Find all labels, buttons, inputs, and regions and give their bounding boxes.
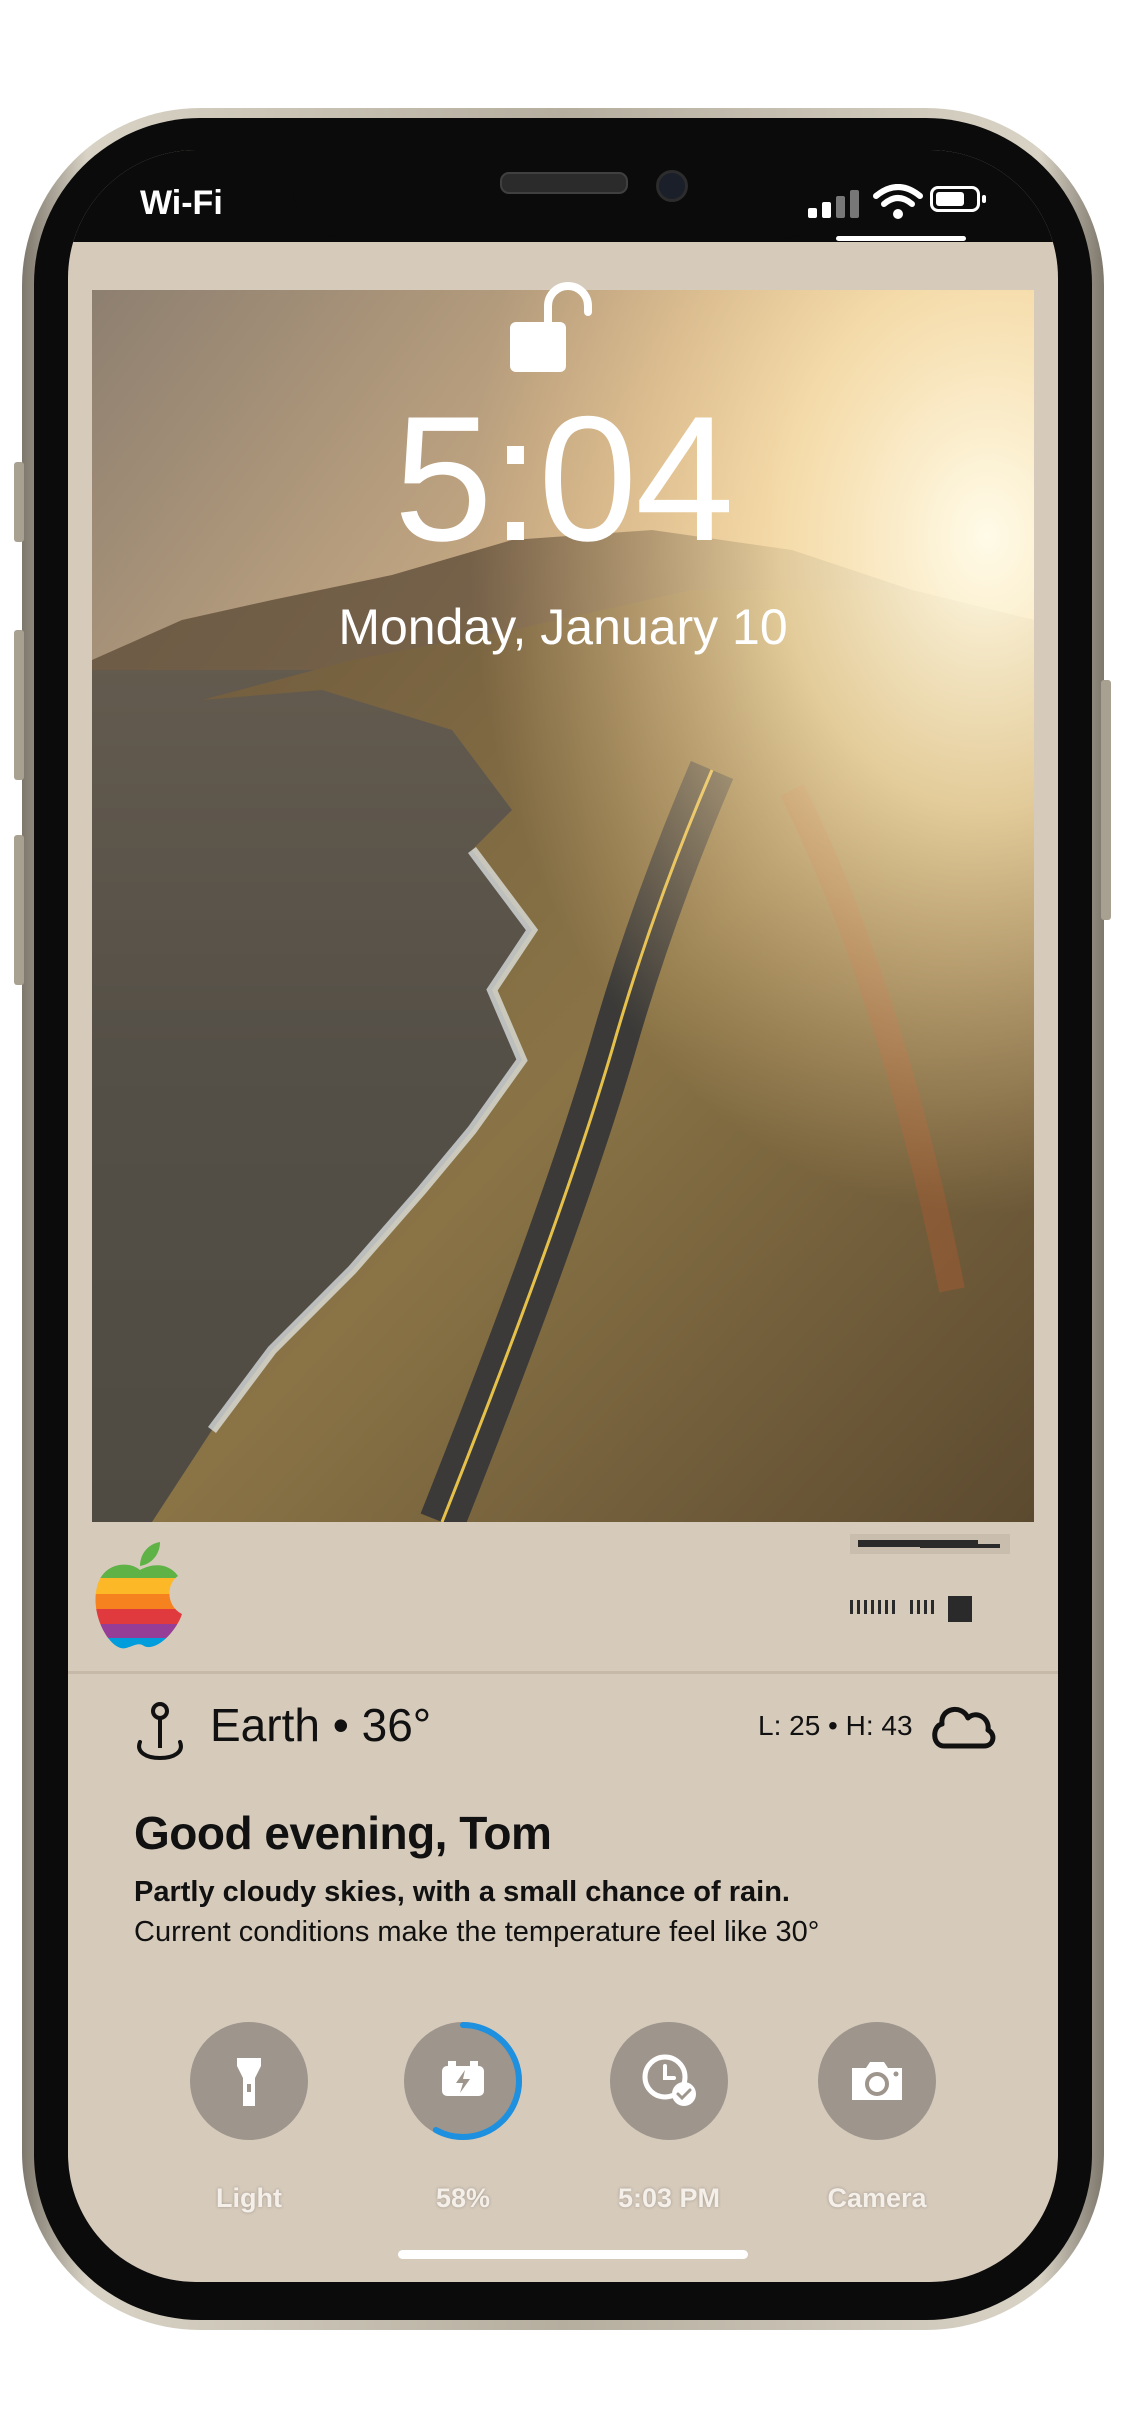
volume-down-button [14, 835, 24, 985]
carrier-label: Wi-Fi [140, 184, 223, 222]
unlocked-padlock-icon [510, 282, 592, 372]
weather-low-high: L: 25 • H: 43 [758, 1710, 913, 1741]
lock-screen: Wi-Fi 5:04 Monday, January 10 Earth • 36… [68, 150, 1058, 2282]
feels-like-text: Current conditions make the temperature … [134, 1916, 820, 1948]
battery-button[interactable] [404, 2022, 522, 2140]
location-pin-icon [137, 1702, 183, 1761]
battery-status-icon [930, 186, 986, 212]
power-button [1101, 680, 1111, 920]
notch [293, 150, 833, 238]
status-underline [836, 236, 966, 241]
time-label: 5:03 PM [617, 2183, 721, 2213]
lock-screen-time: 5:04 [393, 379, 734, 578]
camera-button[interactable] [818, 2022, 936, 2140]
rainbow-apple-logo-icon [95, 1542, 182, 1649]
lock-screen-date: Monday, January 10 [338, 599, 788, 655]
home-indicator[interactable] [398, 2250, 748, 2259]
volume-up-button [14, 630, 24, 780]
battery-percent-label: 58% [435, 2183, 491, 2213]
front-camera [656, 170, 688, 202]
camera-icon [852, 2062, 902, 2100]
weather-location: Earth • 36° [210, 1699, 432, 1751]
decorative-barcode-graphic [850, 1534, 1010, 1622]
battery-charging-icon [404, 2022, 522, 2140]
forecast-summary: Partly cloudy skies, with a small chance… [134, 1876, 790, 1908]
status-bar: Wi-Fi [68, 150, 1058, 242]
clock-check-icon [642, 2054, 696, 2106]
section-divider [68, 1671, 1058, 1674]
flashlight-button[interactable] [190, 2022, 308, 2140]
mute-switch [14, 462, 24, 542]
wifi-icon [873, 184, 923, 219]
cloud-icon [932, 1707, 996, 1749]
camera-label: Camera [827, 2183, 927, 2213]
flashlight-icon [237, 2058, 261, 2106]
clock-button[interactable] [610, 2022, 728, 2140]
signal-icon [808, 188, 868, 218]
flashlight-label: Light [216, 2183, 282, 2213]
earpiece-speaker [500, 172, 628, 194]
greeting-heading: Good evening, Tom [134, 1807, 552, 1859]
